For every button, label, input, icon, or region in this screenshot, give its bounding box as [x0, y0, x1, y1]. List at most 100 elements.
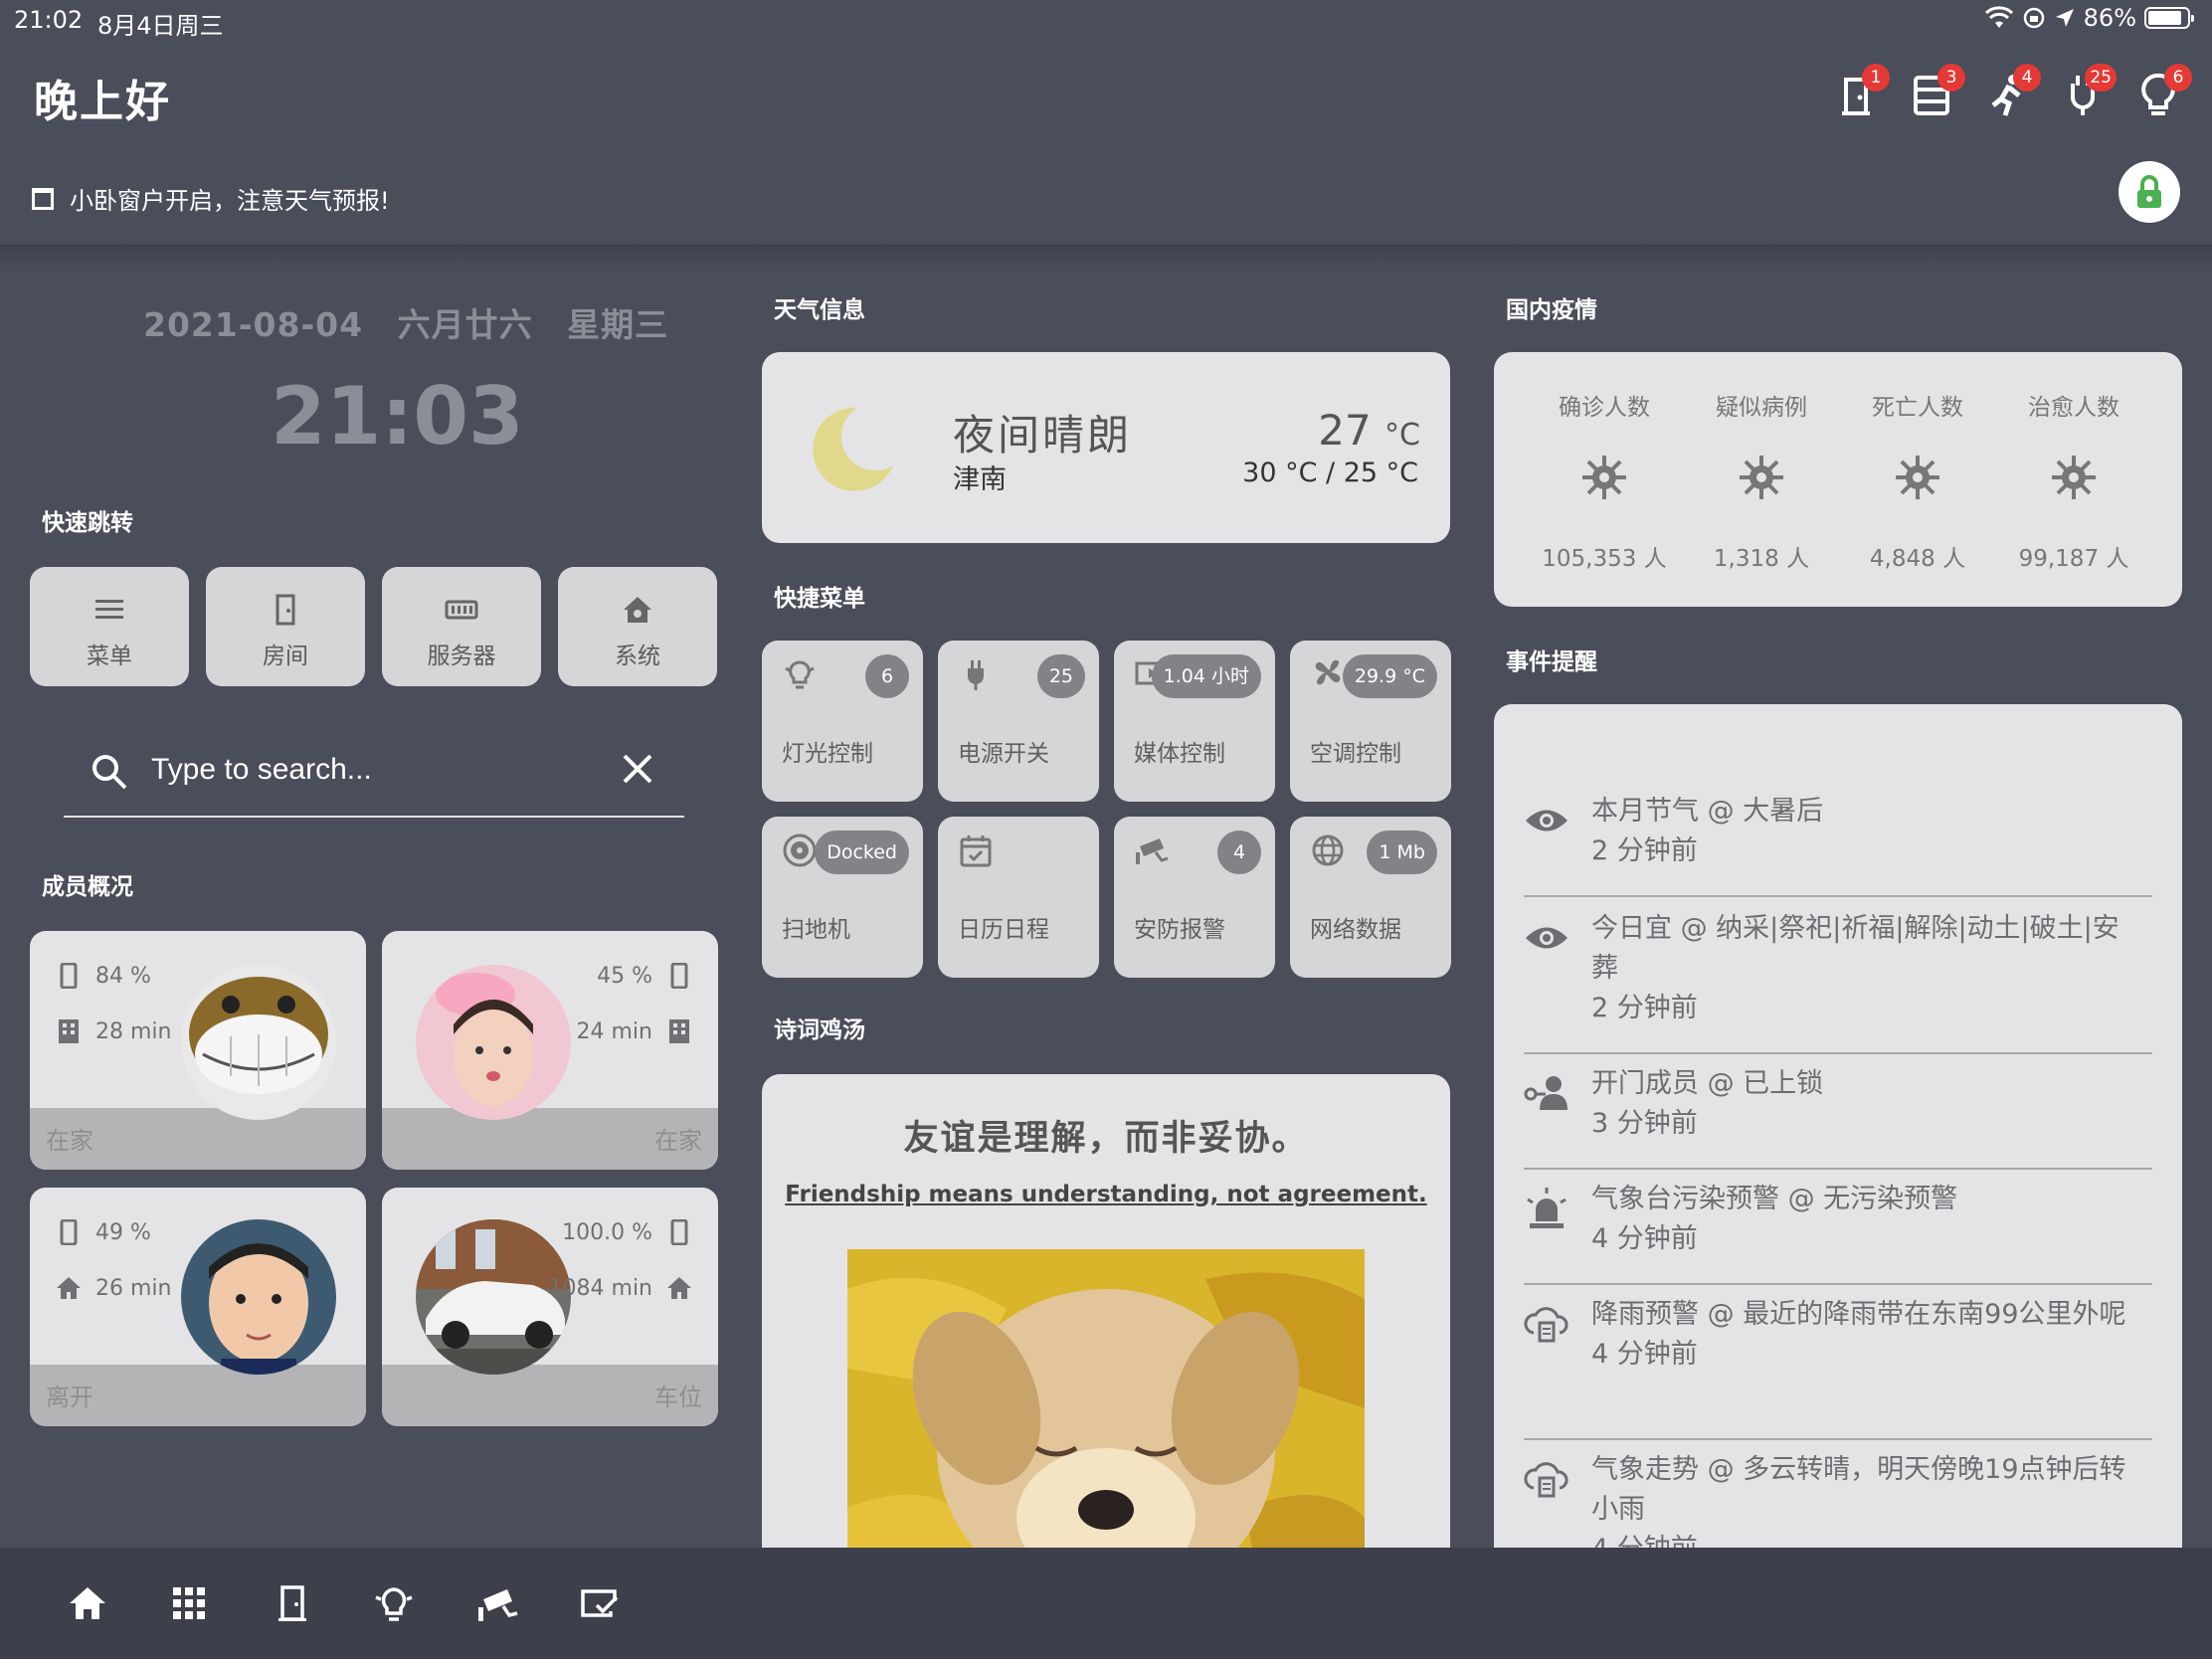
- cctv-icon: [478, 1589, 518, 1621]
- close-icon[interactable]: [621, 752, 654, 786]
- quick-button-label: 系统: [615, 644, 660, 669]
- cloud-alert-icon: [1524, 1462, 1568, 1498]
- greeting-title: 晚上好: [34, 77, 171, 127]
- shortcut-label: 扫地机: [782, 917, 850, 943]
- door-alert-button[interactable]: 1: [1836, 64, 1890, 117]
- battery-percent: 86%: [2083, 4, 2136, 32]
- event-item[interactable]: 开门成员 @ 已上锁 3 分钟前: [1524, 1064, 2152, 1170]
- building-icon: [59, 1019, 79, 1043]
- nav-home[interactable]: [66, 1581, 109, 1625]
- event-item[interactable]: 本月节气 @ 大暑后 2 分钟前: [1524, 792, 2152, 897]
- quick-jump-title: 快速跳转: [42, 510, 133, 536]
- nav-apps[interactable]: [167, 1581, 211, 1625]
- virus-icon: [2052, 456, 2096, 499]
- light-icon: [785, 660, 815, 689]
- covid-stat-value: 99,187 人: [2018, 546, 2129, 572]
- lock-button[interactable]: [2119, 161, 2180, 223]
- quick-rooms-button[interactable]: 房间: [206, 567, 365, 686]
- badge-count: 3: [1937, 64, 1965, 92]
- event-text: 本月节气 @ 大暑后 2 分钟前: [1591, 792, 2128, 871]
- covid-stat-label: 确诊人数: [1559, 395, 1650, 421]
- quick-button-label: 服务器: [427, 644, 496, 669]
- event-text: 降雨预警 @ 最近的降雨带在东南99公里外呢 4 分钟前: [1591, 1295, 2128, 1375]
- member-card[interactable]: 45 % 24 min 在家: [382, 931, 718, 1170]
- event-item[interactable]: 气象台污染预警 @ 无污染预警 4 分钟前: [1524, 1180, 2152, 1285]
- shortcut-network[interactable]: 1 Mb 网络数据: [1290, 817, 1451, 978]
- cctv-icon: [1136, 838, 1169, 864]
- shortcut-label: 日历日程: [958, 917, 1049, 943]
- shortcut-value: 29.9 °C: [1342, 654, 1437, 698]
- poem-title: 诗词鸡汤: [774, 1017, 865, 1043]
- menu-icon: [95, 600, 123, 619]
- member-duration-row: 24 min: [577, 1018, 692, 1044]
- member-duration-row: 26 min: [56, 1275, 171, 1301]
- search-input[interactable]: [151, 750, 589, 790]
- badge-count: 25: [2085, 64, 2117, 92]
- cloud-alert-icon: [1524, 1307, 1568, 1343]
- member-status: 在家: [654, 1127, 702, 1155]
- shortcut-lights[interactable]: 6 灯光控制: [762, 641, 923, 802]
- power-alert-button[interactable]: 25: [2063, 64, 2117, 117]
- quick-system-button[interactable]: 系统: [558, 567, 717, 686]
- member-card[interactable]: 49 % 26 min 离开: [30, 1188, 366, 1426]
- poem-english[interactable]: Friendship means understanding, not agre…: [762, 1182, 1450, 1207]
- phone-icon: [60, 963, 78, 989]
- status-date: 8月4日周三: [97, 12, 224, 40]
- event-title: 开门成员 @ 已上锁: [1591, 1068, 1824, 1099]
- nav-security[interactable]: [475, 1581, 519, 1625]
- quick-button-label: 房间: [263, 644, 308, 669]
- nav-tasks[interactable]: [577, 1581, 621, 1625]
- covid-stat-label: 死亡人数: [1872, 395, 1963, 421]
- event-title: 气象台污染预警 @ 无污染预警: [1591, 1184, 1958, 1214]
- home-icon: [70, 1587, 105, 1619]
- light-alert-button[interactable]: 6: [2138, 64, 2192, 117]
- motion-alert-button[interactable]: 4: [1987, 64, 2041, 117]
- moon-icon: [813, 407, 893, 491]
- member-card[interactable]: 100.0 % 1084 min 车位: [382, 1188, 718, 1426]
- phone-icon: [670, 1219, 688, 1245]
- shortcut-label: 灯光控制: [782, 741, 873, 767]
- alarm-light-icon: [1527, 1188, 1567, 1228]
- virus-icon: [1582, 456, 1626, 499]
- nav-rooms[interactable]: [271, 1581, 314, 1625]
- virus-icon: [1740, 456, 1783, 499]
- shortcut-climate[interactable]: 29.9 °C 空调控制: [1290, 641, 1451, 802]
- location-icon: [2055, 9, 2074, 27]
- server-alert-button[interactable]: 3: [1912, 64, 1965, 117]
- shortcut-security[interactable]: 4 安防报警: [1114, 817, 1275, 978]
- home-gear-icon: [624, 597, 651, 623]
- weather-card[interactable]: 夜间晴朗 津南 27 °C 30 °C / 25 °C: [762, 352, 1450, 543]
- weekday: 星期三: [567, 305, 669, 344]
- shortcut-label: 安防报警: [1134, 917, 1225, 943]
- shortcut-calendar[interactable]: 日历日程: [938, 817, 1099, 978]
- shortcut-label: 媒体控制: [1134, 741, 1225, 767]
- avatar: [181, 1219, 336, 1375]
- status-time: 21:02: [14, 6, 84, 34]
- member-battery-row: 84 %: [56, 963, 151, 989]
- member-duration-row: 28 min: [56, 1018, 171, 1044]
- shortcut-media[interactable]: 1.04 小时 媒体控制: [1114, 641, 1275, 802]
- calendar-icon: [960, 835, 992, 867]
- weather-condition: 夜间晴朗: [953, 411, 1133, 460]
- event-item[interactable]: 今日宜 @ 纳采|祭祀|祈福|解除|动土|破土|安葬 2 分钟前: [1524, 909, 2152, 1054]
- shortcut-value: Docked: [815, 830, 909, 874]
- shortcut-power[interactable]: 25 电源开关: [938, 641, 1099, 802]
- status-bar: 21:02 8月4日周三 86%: [0, 0, 2212, 40]
- members-title: 成员概况: [42, 874, 133, 900]
- door-icon: [276, 594, 295, 626]
- shortcut-vacuum[interactable]: Docked 扫地机: [762, 817, 923, 978]
- event-item[interactable]: 降雨预警 @ 最近的降雨带在东南99公里外呢 4 分钟前: [1524, 1295, 2152, 1440]
- shortcut-value: 1 Mb: [1367, 830, 1437, 874]
- person-key-icon: [1524, 1076, 1567, 1110]
- member-status: 车位: [654, 1383, 702, 1411]
- quick-server-button[interactable]: 服务器: [382, 567, 541, 686]
- shortcut-value: 6: [865, 654, 909, 698]
- lunar-date: 六月廿六: [397, 305, 533, 344]
- member-card[interactable]: 84 % 28 min 在家: [30, 931, 366, 1170]
- nav-lights[interactable]: [372, 1581, 416, 1625]
- battery-fill: [2148, 11, 2181, 25]
- weather-temp: 27 °C: [1318, 406, 1420, 455]
- quick-menu-button[interactable]: 菜单: [30, 567, 189, 686]
- events-card: 本月节气 @ 大暑后 2 分钟前 今日宜 @ 纳采|祭祀|祈福|解除|动土|破土|…: [1494, 704, 2182, 1659]
- weather-range: 30 °C / 25 °C: [1242, 458, 1418, 488]
